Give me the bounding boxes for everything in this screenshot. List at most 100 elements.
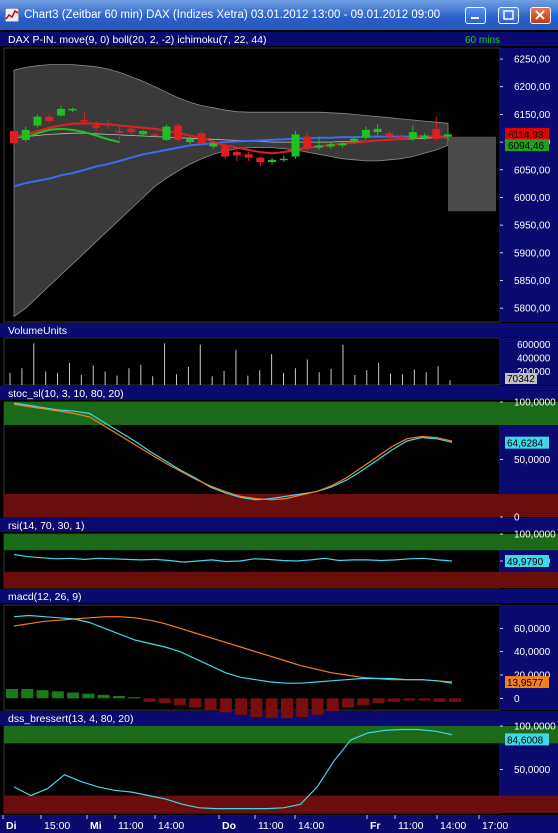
x-tick-label: Di xyxy=(6,820,17,832)
macd-histogram-bar xyxy=(36,690,49,699)
candle-body xyxy=(103,123,112,126)
y-tick-label: 50,0000 xyxy=(514,765,551,776)
candle-body xyxy=(33,116,42,126)
candle-body xyxy=(68,108,77,111)
x-tick-label: Fr xyxy=(370,820,381,832)
candle-body xyxy=(127,128,136,133)
macd-histogram-bar xyxy=(433,698,446,702)
panel-title: dss_bressert(13, 4, 80, 20) xyxy=(8,713,133,725)
candle-body xyxy=(279,158,288,161)
candle-body xyxy=(268,159,277,163)
minimize-button[interactable] xyxy=(465,7,486,24)
y-tick-label: 50,0000 xyxy=(514,455,551,466)
y-tick-label: 6000,00 xyxy=(514,193,551,204)
candle-body xyxy=(291,134,300,157)
y-tick-label: 600000 xyxy=(517,340,551,351)
panel-header-bar xyxy=(0,323,558,337)
candle-body xyxy=(303,136,312,149)
macd-histogram-bar xyxy=(219,698,232,713)
x-tick-label: 11:00 xyxy=(398,820,424,832)
oversold-zone-axis xyxy=(500,795,558,813)
value-badge-label: 84,6008 xyxy=(507,735,544,746)
close-icon xyxy=(535,10,545,20)
macd-histogram-bar xyxy=(265,698,278,719)
oversold-zone-axis xyxy=(500,494,558,517)
macd-histogram-bar xyxy=(82,693,95,699)
macd-histogram-bar xyxy=(189,698,202,708)
macd-histogram-bar xyxy=(204,698,217,710)
y-tick-label: 100,0000 xyxy=(514,722,556,733)
window-title: Chart3 (Zeitbar 60 min) DAX (Indizes Xet… xyxy=(24,9,441,21)
macd-histogram-bar xyxy=(449,698,461,702)
candle-body xyxy=(361,129,370,138)
y-tick-label: 5950,00 xyxy=(514,221,551,232)
candle-body xyxy=(314,145,323,148)
candle-body xyxy=(150,134,159,136)
candle-body xyxy=(256,157,265,163)
y-tick-label: 5800,00 xyxy=(514,304,551,315)
overbought-zone xyxy=(4,534,500,551)
volume-badge-label: 70342 xyxy=(507,374,535,385)
macd-histogram-bar xyxy=(250,698,263,717)
candle-body xyxy=(373,128,382,133)
macd-histogram-bar xyxy=(21,689,34,699)
macd-histogram-bar xyxy=(51,691,64,699)
macd-histogram-bar xyxy=(403,698,416,701)
macd-histogram-bar xyxy=(143,698,156,702)
oversold-zone xyxy=(4,571,500,588)
candle-body xyxy=(432,128,441,139)
maximize-icon xyxy=(503,10,514,20)
y-tick-label: 60,0000 xyxy=(514,624,551,635)
candle-body xyxy=(209,143,218,147)
panel-title: macd(12, 26, 9) xyxy=(8,591,82,603)
y-tick-label: 5850,00 xyxy=(514,276,551,287)
y-tick-label: 100,0000 xyxy=(514,530,556,541)
x-tick-label: 14:00 xyxy=(158,820,184,832)
x-tick-label: 11:00 xyxy=(118,820,144,832)
y-tick-label: 0 xyxy=(514,694,520,705)
ichimoku-cloud-forward xyxy=(448,136,496,212)
value-badge-label: 49,9790 xyxy=(507,557,544,568)
x-tick-label: 11:00 xyxy=(258,820,284,832)
panel-header-bar xyxy=(0,589,558,603)
minimize-icon xyxy=(471,17,479,19)
maximize-button[interactable] xyxy=(498,7,519,24)
price-badge-label: 6094,46 xyxy=(508,141,545,152)
macd-histogram-bar xyxy=(280,698,293,719)
app-icon xyxy=(5,8,19,22)
macd-histogram-bar xyxy=(112,696,125,699)
x-tick-label: 14:00 xyxy=(440,820,466,832)
macd-histogram-bar xyxy=(311,698,324,715)
candle-body xyxy=(397,136,406,139)
candle-body xyxy=(139,131,148,135)
candle-body xyxy=(232,152,241,156)
macd-histogram-bar xyxy=(342,698,355,708)
candle-body xyxy=(92,125,101,128)
panel-title: stoc_sl(10, 3, 10, 80, 20) xyxy=(8,388,124,400)
y-tick-label: 400000 xyxy=(517,354,551,365)
candle-body xyxy=(221,145,230,157)
overbought-zone xyxy=(4,726,500,744)
candle-body xyxy=(56,108,65,116)
window-titlebar[interactable]: Chart3 (Zeitbar 60 min) DAX (Indizes Xet… xyxy=(0,0,558,31)
x-tick-label: 15:00 xyxy=(44,820,70,832)
candle-body xyxy=(80,119,89,122)
candle-body xyxy=(197,133,206,144)
macd-histogram-bar xyxy=(326,698,339,712)
x-tick-label: Do xyxy=(222,820,236,832)
macd-histogram-bar xyxy=(67,692,80,699)
y-tick-label: 6050,00 xyxy=(514,165,551,176)
candle-body xyxy=(408,132,417,139)
y-tick-label: 6250,00 xyxy=(514,55,551,66)
close-button[interactable] xyxy=(530,7,551,24)
chart-area[interactable]: DAX P-IN. move(9, 0) boll(20, 2, -2) ich… xyxy=(0,30,558,833)
macd-histogram-bar xyxy=(235,698,248,715)
candle-body xyxy=(162,126,171,140)
macd-histogram-bar xyxy=(418,698,431,701)
macd-histogram-bar xyxy=(128,697,141,699)
macd-histogram-bar xyxy=(158,698,171,703)
candle-body xyxy=(338,143,347,146)
oversold-zone xyxy=(4,795,500,813)
macd-histogram-bar xyxy=(97,694,110,699)
candle-body xyxy=(174,125,183,140)
